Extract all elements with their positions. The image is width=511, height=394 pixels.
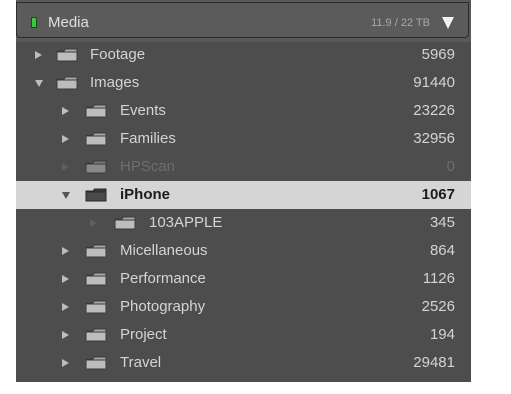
- volume-header-bar[interactable]: Media 11.9 / 22 TB: [16, 2, 469, 38]
- folder-row[interactable]: Project 194: [16, 321, 471, 349]
- folder-count: 32956: [413, 130, 455, 147]
- expand-triangle-icon[interactable]: [62, 135, 69, 143]
- collapse-triangle-icon[interactable]: [35, 80, 43, 87]
- volume-capacity: 11.9 / 22 TB: [371, 17, 430, 29]
- expand-triangle-icon[interactable]: [62, 163, 69, 171]
- folder-row[interactable]: iPhone 1067: [16, 181, 471, 209]
- expand-triangle-icon[interactable]: [62, 247, 69, 255]
- folder-label: Micellaneous: [120, 242, 208, 259]
- folder-count: 5969: [421, 46, 455, 63]
- folder-label: Travel: [120, 354, 162, 371]
- folder-count: 2526: [421, 298, 455, 315]
- folder-icon: [85, 160, 107, 174]
- folder-icon: [56, 48, 78, 62]
- folder-label: Images: [90, 74, 140, 91]
- folder-icon: [85, 272, 107, 286]
- folder-count: 23226: [413, 102, 455, 119]
- volume-status-icon: [31, 17, 37, 28]
- folder-row[interactable]: Images 91440: [16, 69, 471, 97]
- folder-label: iPhone: [120, 186, 171, 203]
- folder-label: Footage: [90, 46, 146, 63]
- expand-triangle-icon[interactable]: [62, 359, 69, 367]
- folder-icon: [56, 76, 78, 90]
- volume-header[interactable]: Media 11.9 / 22 TB: [16, 0, 471, 42]
- folder-count: 194: [429, 326, 455, 343]
- folder-row[interactable]: 103APPLE 345: [16, 209, 471, 237]
- folder-icon: [85, 328, 107, 342]
- folder-icon: [85, 104, 107, 118]
- folder-label: HPScan: [120, 158, 176, 175]
- folder-label: Families: [120, 130, 176, 147]
- expand-triangle-icon[interactable]: [62, 107, 69, 115]
- folder-row[interactable]: HPScan 0: [16, 153, 471, 181]
- folder-icon: [85, 356, 107, 370]
- folder-icon: [85, 188, 107, 202]
- expand-triangle-icon[interactable]: [35, 51, 42, 59]
- folder-label: Photography: [120, 298, 206, 315]
- folder-row[interactable]: Footage 5969: [16, 41, 471, 69]
- chevron-down-icon[interactable]: [442, 17, 454, 29]
- expand-triangle-icon[interactable]: [62, 303, 69, 311]
- folder-count: 91440: [413, 74, 455, 91]
- folder-icon: [85, 132, 107, 146]
- expand-triangle-icon[interactable]: [90, 219, 97, 227]
- folder-row[interactable]: Families 32956: [16, 125, 471, 153]
- folder-row[interactable]: Micellaneous 864: [16, 237, 471, 265]
- folder-label: Events: [120, 102, 166, 119]
- collapse-triangle-icon[interactable]: [62, 192, 70, 199]
- folder-icon: [85, 244, 107, 258]
- expand-triangle-icon[interactable]: [62, 331, 69, 339]
- folder-count: 29481: [413, 354, 455, 371]
- volume-title: Media: [48, 14, 89, 31]
- expand-triangle-icon[interactable]: [62, 275, 69, 283]
- folder-count: 864: [429, 242, 455, 259]
- folder-count: 1126: [422, 270, 455, 287]
- folder-icon: [114, 216, 136, 230]
- folder-label: Project: [120, 326, 167, 343]
- folder-label: Performance: [120, 270, 206, 287]
- folder-panel: Media 11.9 / 22 TB Footage 5969 Images 9144…: [16, 0, 471, 382]
- folder-row[interactable]: Performance 1126: [16, 265, 471, 293]
- folder-label: 103APPLE: [149, 214, 223, 231]
- folder-count: 1067: [421, 186, 455, 203]
- folder-row[interactable]: Photography 2526: [16, 293, 471, 321]
- folder-row[interactable]: Travel 29481: [16, 349, 471, 377]
- folder-icon: [85, 300, 107, 314]
- folder-count: 345: [429, 214, 455, 231]
- folder-count: 0: [446, 158, 455, 175]
- folder-row[interactable]: Events 23226: [16, 97, 471, 125]
